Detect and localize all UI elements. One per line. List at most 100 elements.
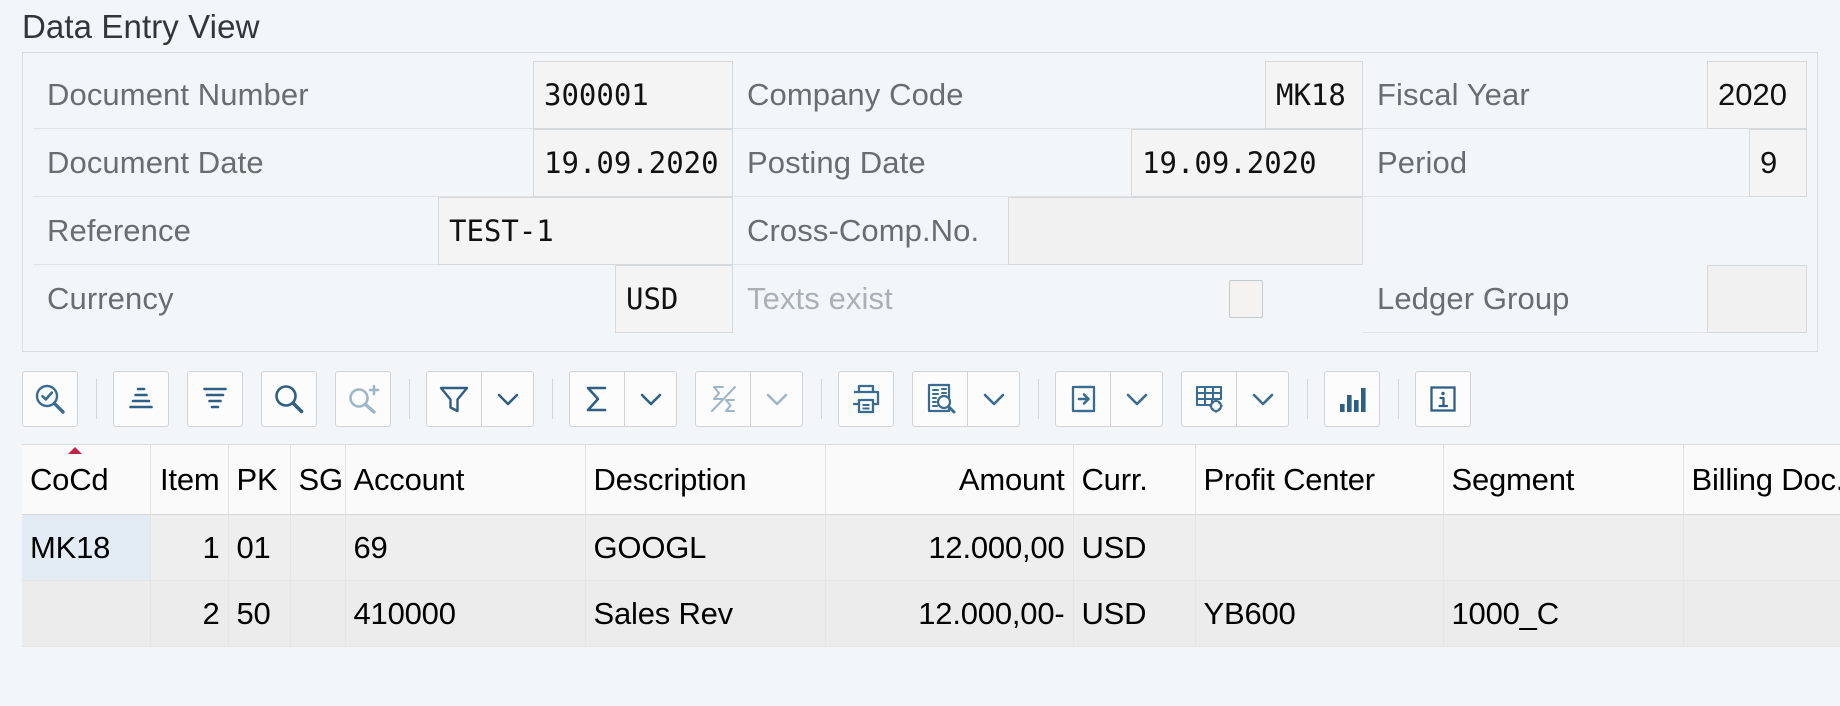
cross-comp-no-label: Cross-Comp.No.	[733, 197, 1008, 265]
cell-profit-center[interactable]: YB600	[1195, 580, 1444, 647]
form-row-4: Currency USD Texts exist Ledger Group	[33, 265, 1807, 333]
cell-account[interactable]: 410000	[345, 580, 586, 647]
cell-account[interactable]: 69	[345, 514, 586, 581]
subtotal-control[interactable]	[695, 371, 803, 427]
field-ledger-group[interactable]: Ledger Group	[1363, 265, 1807, 333]
column-header-pk[interactable]: PK	[228, 444, 291, 515]
information-button[interactable]	[1415, 371, 1471, 427]
cross-comp-no-input[interactable]	[1008, 197, 1363, 265]
form-row-2: Document Date 19.09.2020 Posting Date 19…	[33, 129, 1807, 197]
cell-billing-doc[interactable]	[1683, 514, 1840, 581]
texts-exist-checkbox[interactable]	[1229, 280, 1263, 318]
cell-cocd[interactable]	[22, 580, 151, 647]
find-next-button[interactable]	[335, 371, 391, 427]
field-fiscal-year[interactable]: Fiscal Year 2020	[1363, 61, 1807, 129]
company-code-input[interactable]: MK18	[1265, 61, 1363, 129]
column-header-profit-center[interactable]: Profit Center	[1195, 444, 1444, 515]
graphic-button[interactable]	[1324, 371, 1380, 427]
field-currency[interactable]: Currency USD	[33, 265, 733, 333]
column-header-sg[interactable]: SG	[290, 444, 346, 515]
document-number-label: Document Number	[33, 61, 533, 129]
layout-button[interactable]	[1181, 371, 1237, 427]
cell-cocd[interactable]: MK18	[22, 514, 151, 581]
sort-descending-button[interactable]	[187, 371, 243, 427]
form-row-3-filler	[1363, 197, 1807, 265]
filter-button[interactable]	[426, 371, 482, 427]
field-document-date[interactable]: Document Date 19.09.2020	[33, 129, 733, 197]
field-period[interactable]: Period 9	[1363, 129, 1807, 197]
cell-segment[interactable]: 1000_C	[1443, 580, 1684, 647]
print-preview-dropdown-button[interactable]	[968, 371, 1020, 427]
chevron-down-icon	[640, 393, 661, 406]
line-items-grid[interactable]: CoCd Item PK SG Account Description Amou…	[22, 444, 1840, 647]
column-header-segment[interactable]: Segment	[1443, 444, 1684, 515]
cell-profit-center[interactable]	[1195, 514, 1444, 581]
table-settings-icon	[1195, 385, 1223, 413]
posting-date-input[interactable]: 19.09.2020	[1131, 129, 1363, 197]
field-company-code[interactable]: Company Code MK18	[733, 61, 1363, 129]
texts-exist-spacer	[1263, 265, 1363, 333]
column-header-description[interactable]: Description	[585, 444, 826, 515]
total-button[interactable]	[569, 371, 625, 427]
cell-sg[interactable]	[290, 580, 346, 647]
texts-exist-label: Texts exist	[747, 280, 893, 316]
cell-segment[interactable]	[1443, 514, 1684, 581]
field-posting-date[interactable]: Posting Date 19.09.2020	[733, 129, 1363, 197]
column-header-account[interactable]: Account	[345, 444, 586, 515]
toolbar-separator-5	[1038, 379, 1039, 419]
ledger-group-input[interactable]	[1707, 265, 1807, 333]
field-reference[interactable]: Reference TEST-1	[33, 197, 733, 265]
cell-pk[interactable]: 50	[228, 580, 291, 647]
document-number-input[interactable]: 300001	[533, 61, 733, 129]
filter-control[interactable]	[426, 371, 534, 427]
cell-currency[interactable]: USD	[1073, 514, 1196, 581]
cell-pk[interactable]: 01	[228, 514, 291, 581]
toolbar-separator-6	[1307, 379, 1308, 419]
check-magnifier-button[interactable]	[22, 371, 78, 427]
cell-sg[interactable]	[290, 514, 346, 581]
layout-dropdown-button[interactable]	[1237, 371, 1289, 427]
cell-item[interactable]: 1	[150, 514, 229, 581]
table-row[interactable]: 2 50 410000 Sales Rev 12.000,00- USD YB6…	[22, 580, 1840, 647]
column-header-item[interactable]: Item	[150, 444, 229, 515]
filter-icon	[439, 386, 469, 413]
chart-icon	[1340, 388, 1366, 412]
reference-input[interactable]: TEST-1	[438, 197, 733, 265]
cell-billing-doc[interactable]	[1683, 580, 1840, 647]
total-control[interactable]	[569, 371, 677, 427]
export-dropdown-button[interactable]	[1111, 371, 1163, 427]
cell-amount[interactable]: 12.000,00-	[825, 580, 1074, 647]
subtotal-dropdown-button[interactable]	[751, 371, 803, 427]
field-document-number[interactable]: Document Number 300001	[33, 61, 733, 129]
cell-description[interactable]: GOOGL	[585, 514, 826, 581]
cell-item[interactable]: 2	[150, 580, 229, 647]
layout-control[interactable]	[1181, 371, 1289, 427]
field-cross-comp-no[interactable]: Cross-Comp.No.	[733, 197, 1363, 265]
print-preview-control[interactable]	[912, 371, 1020, 427]
filter-dropdown-button[interactable]	[482, 371, 534, 427]
column-header-cocd[interactable]: CoCd	[22, 444, 151, 515]
search-plus-icon	[349, 384, 380, 414]
print-button[interactable]	[838, 371, 894, 427]
total-dropdown-button[interactable]	[625, 371, 677, 427]
cell-currency[interactable]: USD	[1073, 580, 1196, 647]
cell-description[interactable]: Sales Rev	[585, 580, 826, 647]
currency-input[interactable]: USD	[615, 265, 733, 333]
find-button[interactable]	[261, 371, 317, 427]
chevron-down-icon	[983, 393, 1004, 406]
cell-amount[interactable]: 12.000,00	[825, 514, 1074, 581]
subtotal-button[interactable]	[695, 371, 751, 427]
table-row[interactable]: MK18 1 01 69 GOOGL 12.000,00 USD	[22, 514, 1840, 581]
period-input[interactable]: 9	[1749, 129, 1807, 197]
export-button[interactable]	[1055, 371, 1111, 427]
document-date-input[interactable]: 19.09.2020	[533, 129, 733, 197]
export-control[interactable]	[1055, 371, 1163, 427]
print-preview-button[interactable]	[912, 371, 968, 427]
sort-ascending-button[interactable]	[113, 371, 169, 427]
column-header-currency[interactable]: Curr.	[1073, 444, 1196, 515]
column-header-amount[interactable]: Amount	[825, 444, 1074, 515]
field-texts-exist[interactable]: Texts exist	[733, 265, 1363, 333]
column-header-billing-doc[interactable]: Billing Doc.	[1683, 444, 1840, 515]
fiscal-year-input[interactable]: 2020	[1707, 61, 1807, 129]
toolbar-separator-3	[552, 379, 553, 419]
